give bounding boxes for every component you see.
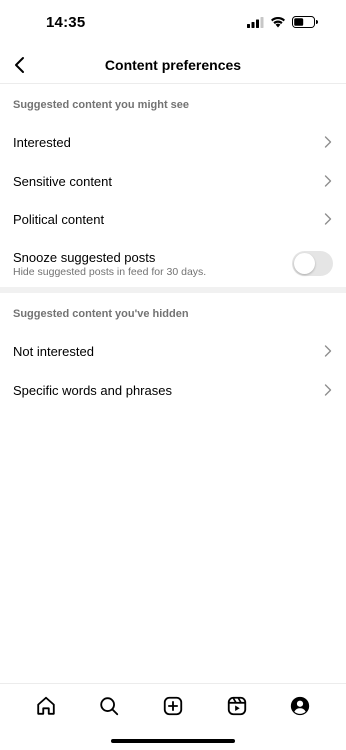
chevron-right-icon — [324, 384, 332, 396]
tab-reels[interactable] — [217, 686, 257, 726]
snooze-suggested-posts-row: Snooze suggested posts Hide suggested po… — [0, 246, 346, 284]
create-icon — [163, 696, 183, 715]
status-bar: 14:35 — [0, 0, 346, 46]
section-header-suggested: Suggested content you might see — [13, 99, 190, 111]
row-not-interested[interactable]: Not interested — [0, 332, 346, 370]
tab-home[interactable] — [26, 686, 66, 726]
chevron-right-icon — [324, 345, 332, 357]
status-time: 14:35 — [46, 14, 86, 31]
row-label: Not interested — [13, 343, 94, 359]
bottom-tab-bar — [0, 683, 346, 727]
tab-profile[interactable] — [280, 686, 320, 726]
status-icons — [247, 16, 318, 28]
chevron-right-icon — [324, 213, 332, 225]
row-label: Specific words and phrases — [13, 382, 172, 398]
row-label: Interested — [13, 134, 71, 150]
wifi-icon — [271, 16, 285, 28]
home-indicator — [111, 739, 235, 743]
signal-icon — [247, 16, 264, 28]
reels-icon — [227, 696, 246, 715]
page-title: Content preferences — [104, 57, 242, 73]
row-label: Political content — [13, 211, 105, 227]
tab-search[interactable] — [89, 686, 129, 726]
profile-icon — [291, 696, 310, 715]
tab-create[interactable] — [153, 686, 193, 726]
snooze-title: Snooze suggested posts — [13, 250, 156, 265]
nav-bar: Content preferences — [0, 46, 346, 84]
section-divider — [0, 287, 346, 293]
chevron-right-icon — [324, 136, 332, 148]
row-political-content[interactable]: Political content — [0, 200, 346, 238]
search-icon — [100, 696, 119, 715]
home-icon — [37, 696, 55, 715]
snooze-toggle[interactable] — [292, 251, 333, 276]
row-label: Sensitive content — [13, 173, 113, 189]
section-header-hidden: Suggested content you've hidden — [13, 308, 189, 320]
row-specific-words[interactable]: Specific words and phrases — [0, 371, 346, 409]
row-interested[interactable]: Interested — [0, 123, 346, 161]
snooze-subtitle: Hide suggested posts in feed for 30 days… — [13, 266, 207, 278]
battery-icon — [292, 16, 318, 28]
row-sensitive-content[interactable]: Sensitive content — [0, 162, 346, 200]
toggle-knob — [294, 253, 315, 274]
chevron-right-icon — [324, 175, 332, 187]
